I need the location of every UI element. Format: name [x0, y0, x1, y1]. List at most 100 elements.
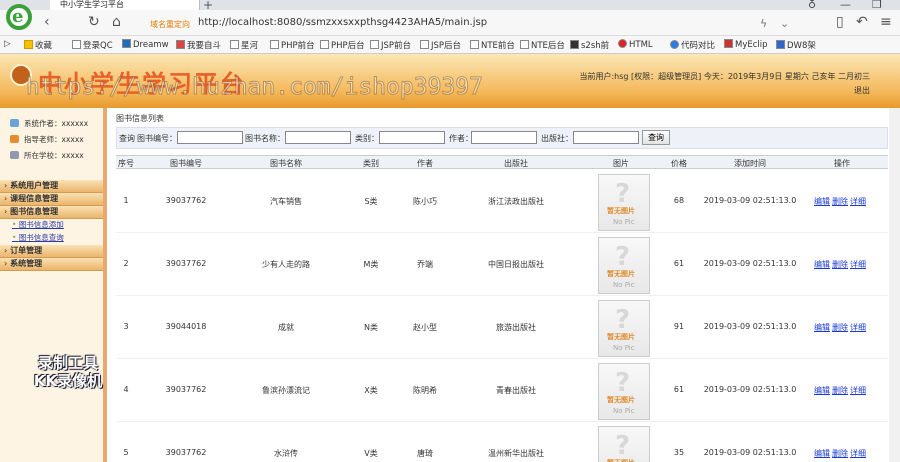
bookmark-item[interactable]: 星河 — [230, 39, 258, 51]
search-button[interactable]: 查询 — [642, 130, 670, 145]
cell-type: X类 — [364, 386, 378, 395]
menu-system-management[interactable]: 系统管理 — [0, 258, 103, 271]
edit-link[interactable]: 编辑 — [814, 448, 830, 459]
address-bar: ‹ ↻ ⌂ 域名重定向 http://localhost:8080/ssmzxx… — [0, 10, 900, 36]
cell-code: 39037762 — [165, 448, 207, 457]
cell-publisher: 浙江法政出版社 — [488, 197, 544, 206]
bookmark-item[interactable]: JSP前台 — [370, 39, 411, 51]
sidebar-toggle-icon[interactable]: ▷ — [4, 39, 11, 49]
detail-link[interactable]: 详细 — [850, 385, 866, 396]
menu-book-add[interactable]: 图书信息添加 — [0, 219, 103, 232]
dropdown-icon[interactable]: ⌄ — [780, 17, 789, 30]
menu-icon[interactable]: ≡ — [880, 14, 892, 30]
sidebar-menu: 系统用户管理 课程信息管理 图书信息管理 图书信息添加 图书信息查询 订单管理 … — [0, 180, 103, 271]
bookmark-item[interactable]: NTE前台 — [470, 39, 515, 51]
table-row: 3 39044018 成就 N类 赵小型 旅游出版社 ? 暂无图片 No Pic… — [116, 296, 888, 359]
bookmark-item[interactable]: HTML — [618, 39, 653, 50]
book-image: ? 暂无图片 No Pic — [598, 300, 650, 357]
refresh-icon[interactable]: ↻ — [88, 14, 100, 30]
detail-link[interactable]: 详细 — [850, 448, 866, 459]
page-scrollbar[interactable] — [889, 108, 900, 462]
bookmark-item[interactable]: DW8架 — [776, 39, 816, 51]
cell-no: 1 — [123, 196, 129, 205]
back-icon[interactable]: ‹ — [44, 14, 50, 30]
detail-link[interactable]: 详细 — [850, 322, 866, 333]
lightning-icon[interactable]: ϟ — [760, 17, 767, 30]
bookmark-item[interactable]: MyEclip — [724, 39, 768, 50]
undo-icon[interactable]: ↶ — [856, 14, 868, 30]
cell-publisher: 青春出版社 — [496, 386, 536, 395]
cell-author: 陈小巧 — [413, 197, 437, 206]
label-author: 作者： — [449, 134, 473, 143]
bookmark-item[interactable]: PHP前台 — [270, 39, 315, 51]
browser-logo-icon: e — [6, 4, 32, 30]
author-input[interactable] — [471, 131, 537, 144]
delete-link[interactable]: 删除 — [832, 448, 848, 459]
table-row: 1 39037762 汽车销售 S类 陈小巧 浙江法政出版社 ? 暂无图片 No… — [116, 170, 888, 233]
book-image: ? 暂无图片 No Pic — [598, 363, 650, 420]
bookmarks-bar: ▷ 收藏 登录QC Dreamw 我要自斗 星河 PHP前台 PHP后台 JSP… — [0, 36, 900, 54]
bookmark-item[interactable]: 代码对比 — [670, 39, 715, 51]
cell-author: 唐琦 — [417, 449, 433, 458]
col-header: 图书名称 — [270, 159, 302, 168]
cell-author: 陈明希 — [413, 386, 437, 395]
delete-link[interactable]: 删除 — [832, 259, 848, 270]
edit-link[interactable]: 编辑 — [814, 196, 830, 207]
placeholder-question-icon: ? — [615, 368, 631, 398]
cell-price: 68 — [673, 196, 685, 205]
cell-price: 35 — [673, 448, 685, 457]
cell-price: 61 — [673, 259, 685, 268]
url-text[interactable]: http://localhost:8080/ssmzxxsxxpthsg4423… — [198, 17, 487, 28]
cell-name: 水浒传 — [274, 449, 298, 458]
search-bar: 查询 图书编号： 图书名称： 类别： 作者： 出版社： 查询 — [116, 127, 888, 149]
page-title: 图书信息列表 — [116, 114, 164, 123]
menu-order-management[interactable]: 订单管理 — [0, 245, 103, 258]
bookmark-item[interactable]: Dreamw — [122, 39, 169, 50]
bookmark-item[interactable]: 登录QC — [72, 39, 113, 51]
delete-link[interactable]: 删除 — [832, 385, 848, 396]
book-type-input[interactable] — [379, 131, 445, 144]
edit-link[interactable]: 编辑 — [814, 259, 830, 270]
no-pic-label-en: No Pic — [613, 281, 635, 289]
bookmark-item[interactable]: PHP后台 — [320, 39, 365, 51]
reading-icon[interactable]: ▯ — [836, 14, 844, 30]
cell-no: 4 — [123, 385, 129, 394]
menu-course-management[interactable]: 课程信息管理 — [0, 193, 103, 206]
col-header: 类别 — [363, 159, 379, 168]
menu-book-query[interactable]: 图书信息查询 — [0, 232, 103, 245]
publisher-input[interactable] — [573, 131, 639, 144]
col-header: 出版社 — [504, 159, 528, 168]
col-header: 价格 — [671, 159, 687, 168]
school-icon — [10, 151, 19, 159]
book-name-input[interactable] — [285, 131, 351, 144]
edit-link[interactable]: 编辑 — [814, 385, 830, 396]
delete-link[interactable]: 删除 — [832, 196, 848, 207]
delete-link[interactable]: 删除 — [832, 322, 848, 333]
cell-code: 39044018 — [165, 322, 207, 331]
browser-tab-bar: 中小学生学习平台 + ♁ — ❐ — [0, 0, 900, 12]
bookmark-item[interactable]: NTE后台 — [520, 39, 565, 51]
edit-link[interactable]: 编辑 — [814, 322, 830, 333]
label-book-code: 图书编号： — [137, 134, 177, 143]
bookmark-item[interactable]: JSP后台 — [420, 39, 461, 51]
app-header: 中小学生学习平台 https://www.huzhan.com/ishop393… — [0, 54, 900, 108]
cell-time: 2019-03-09 02:51:13.0 — [703, 385, 797, 394]
logout-link[interactable]: 退出 — [570, 84, 870, 98]
no-pic-label-en: No Pic — [613, 218, 635, 226]
browser-tab[interactable]: 中小学生学习平台 — [50, 0, 200, 10]
bookmark-item[interactable]: 我要自斗 — [176, 39, 221, 51]
cell-name: 鲁滨孙漂流记 — [262, 386, 310, 395]
cell-publisher: 旅游出版社 — [496, 323, 536, 332]
teacher-info: 指导老师：xxxxx — [10, 134, 103, 150]
detail-link[interactable]: 详细 — [850, 196, 866, 207]
home-icon[interactable]: ⌂ — [112, 14, 121, 30]
menu-book-management[interactable]: 图书信息管理 — [0, 206, 103, 219]
menu-user-management[interactable]: 系统用户管理 — [0, 180, 103, 193]
cell-author: 乔端 — [417, 260, 433, 269]
bookmark-item[interactable]: 收藏 — [24, 39, 52, 51]
user-icon — [10, 119, 19, 127]
detail-link[interactable]: 详细 — [850, 259, 866, 270]
url-field[interactable]: 域名重定向 http://localhost:8080/ssmzxxsxxpth… — [140, 14, 800, 32]
bookmark-item[interactable]: s2sh前 — [570, 39, 609, 51]
book-code-input[interactable] — [177, 131, 243, 144]
